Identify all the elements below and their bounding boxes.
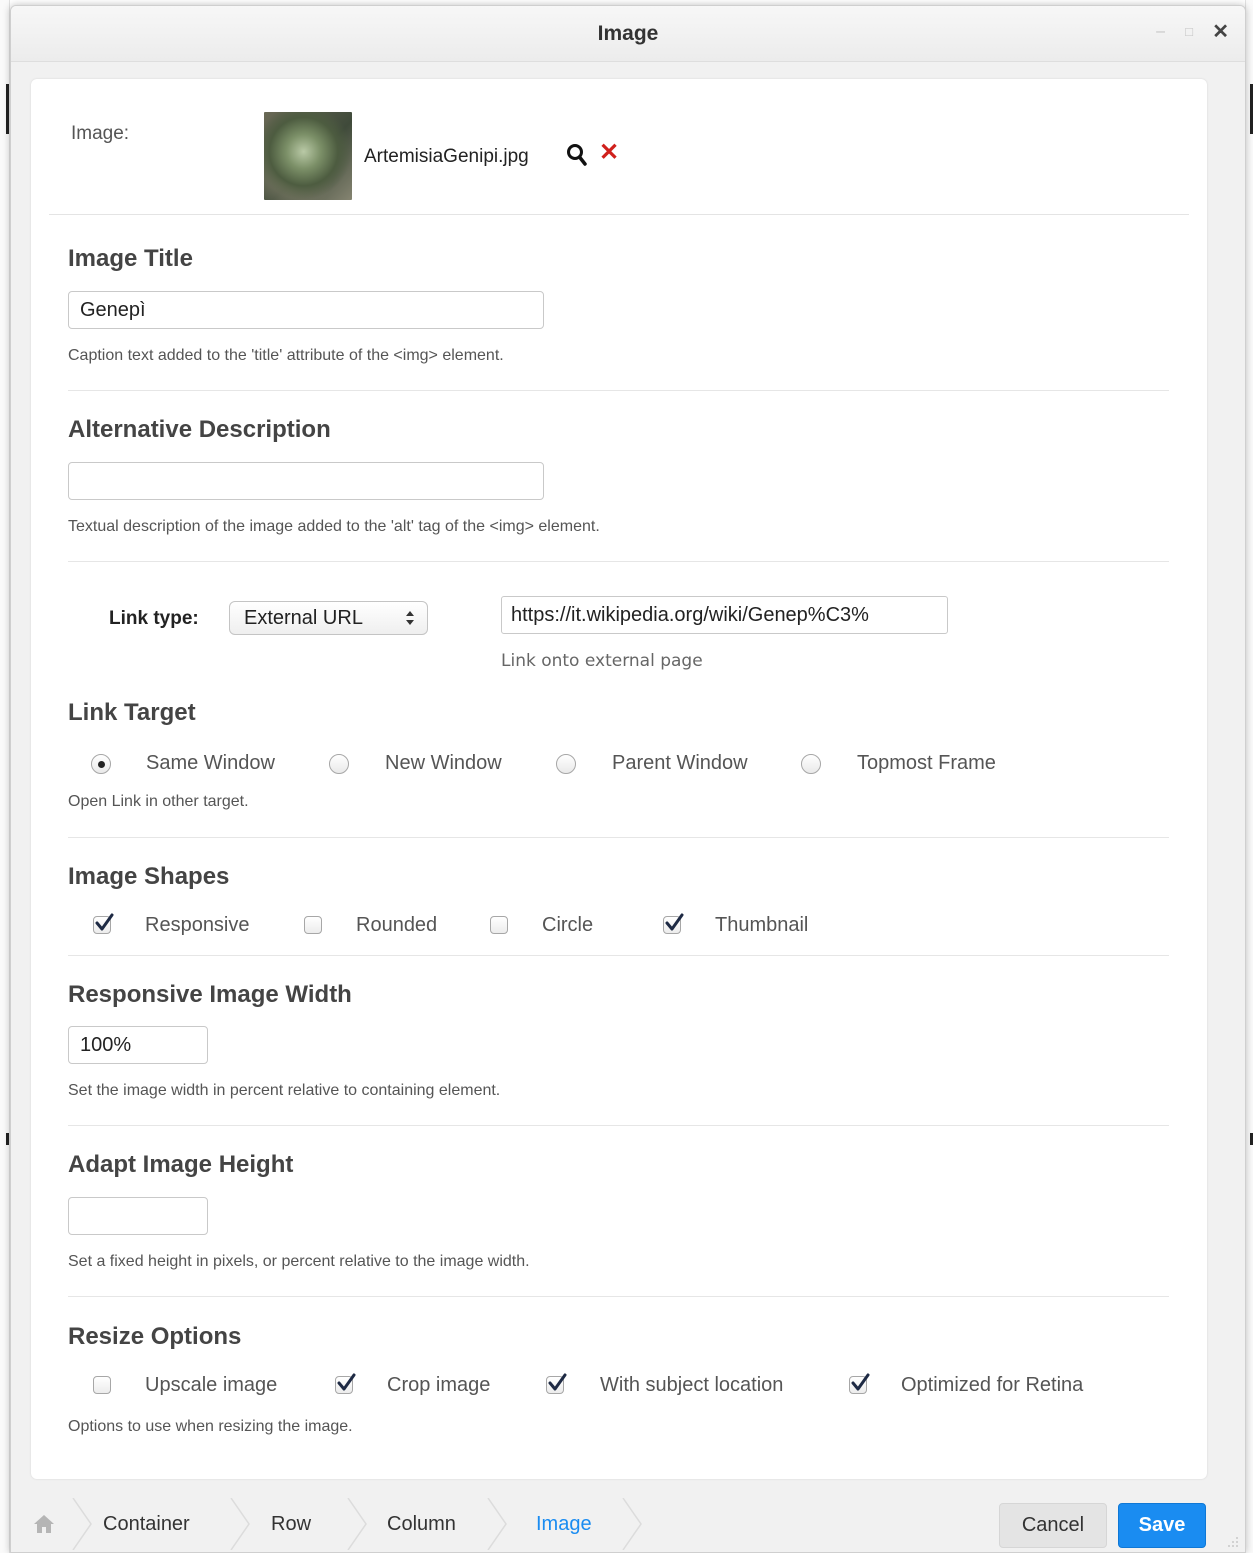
link-target-heading: Link Target xyxy=(68,699,196,726)
checkbox[interactable] xyxy=(93,1376,111,1394)
checkmark-icon xyxy=(548,1373,567,1391)
breadcrumb-image-active[interactable]: Image xyxy=(536,1494,592,1552)
divider xyxy=(49,214,1189,215)
link-type-value: External URL xyxy=(244,607,363,629)
radio-button[interactable] xyxy=(556,754,576,774)
resize-options-heading: Resize Options xyxy=(68,1323,242,1350)
minimize-button[interactable]: – xyxy=(1156,22,1165,42)
checkbox-checked[interactable] xyxy=(335,1373,356,1394)
maximize-button[interactable]: □ xyxy=(1185,22,1193,42)
checkmark-icon xyxy=(337,1373,356,1391)
adapt-height-input[interactable] xyxy=(68,1197,208,1235)
radio-label: Same Window xyxy=(146,752,275,774)
checkbox-label: Rounded xyxy=(356,914,438,936)
responsive-width-input[interactable] xyxy=(68,1026,208,1064)
radio-label: Parent Window xyxy=(612,752,748,774)
checkbox-checked[interactable] xyxy=(546,1373,567,1394)
background-marker xyxy=(6,1133,9,1145)
checkmark-icon xyxy=(851,1373,870,1391)
external-url-help: Link onto external page xyxy=(501,651,703,671)
background-page-right xyxy=(1245,0,1253,1553)
radio-label: Topmost Frame xyxy=(857,752,996,774)
adapt-height-help: Set a fixed height in pixels, or percent… xyxy=(68,1253,530,1270)
resize-grip-icon[interactable] xyxy=(1225,1534,1239,1548)
dialog-content: Image: ArtemisiaGenipi.jpg ✕ Image Title… xyxy=(31,79,1207,1479)
breadcrumb-row[interactable]: Row xyxy=(271,1494,311,1552)
select-arrows-icon xyxy=(406,611,414,625)
image-plugin-dialog: Image – □ ✕ Image: ArtemisiaGenipi.jpg ✕… xyxy=(10,5,1246,1553)
checkbox[interactable] xyxy=(304,916,322,934)
checkbox-label: Responsive xyxy=(145,914,250,936)
alt-description-heading: Alternative Description xyxy=(68,416,331,443)
checkbox-label: Upscale image xyxy=(145,1374,278,1396)
adapt-height-heading: Adapt Image Height xyxy=(68,1151,294,1178)
checkbox-label: With subject location xyxy=(600,1374,784,1396)
external-url-input[interactable]: https://it.wikipedia.org/wiki/Genep%C3% xyxy=(501,596,948,634)
image-title-help: Caption text added to the 'title' attrib… xyxy=(68,347,504,364)
home-icon[interactable] xyxy=(33,1514,55,1534)
radio-button[interactable] xyxy=(801,754,821,774)
close-x-icon[interactable]: ✕ xyxy=(599,139,619,167)
responsive-width-heading: Responsive Image Width xyxy=(68,981,352,1008)
image-title-input[interactable] xyxy=(68,291,544,329)
close-button[interactable]: ✕ xyxy=(1212,22,1229,42)
checkbox-checked[interactable] xyxy=(849,1373,870,1394)
checkbox-checked[interactable] xyxy=(663,913,684,934)
radio-button-selected[interactable] xyxy=(91,754,111,774)
breadcrumb-separator xyxy=(347,1498,367,1550)
image-filename[interactable]: ArtemisiaGenipi.jpg xyxy=(364,146,529,168)
image-title-heading: Image Title xyxy=(68,245,193,272)
dialog-footer: Container Row Column Image Cancel Save xyxy=(11,1494,1245,1552)
divider xyxy=(68,837,1169,838)
breadcrumb-separator xyxy=(72,1498,92,1550)
link-type-select[interactable]: External URL xyxy=(229,601,428,635)
breadcrumb-separator xyxy=(622,1498,642,1550)
link-target-help: Open Link in other target. xyxy=(68,793,249,810)
checkmark-icon xyxy=(665,913,684,931)
checkmark-icon xyxy=(95,913,114,931)
checkbox-label: Crop image xyxy=(387,1374,491,1396)
magnifier-icon[interactable] xyxy=(566,143,588,167)
cancel-button[interactable]: Cancel xyxy=(999,1503,1107,1548)
radio-label: New Window xyxy=(385,752,502,774)
checkbox-label: Circle xyxy=(542,914,594,936)
alt-description-help: Textual description of the image added t… xyxy=(68,518,600,535)
image-field-label: Image: xyxy=(71,123,130,144)
image-thumbnail[interactable] xyxy=(264,112,352,200)
resize-options-help: Options to use when resizing the image. xyxy=(68,1418,353,1435)
alt-description-input[interactable] xyxy=(68,462,544,500)
radio-button[interactable] xyxy=(329,754,349,774)
divider xyxy=(68,561,1169,562)
background-marker xyxy=(6,84,9,134)
image-shapes-heading: Image Shapes xyxy=(68,863,230,890)
breadcrumb-separator xyxy=(230,1498,250,1550)
link-type-label: Link type: xyxy=(109,608,199,629)
dialog-titlebar[interactable]: Image – □ ✕ xyxy=(11,6,1245,62)
divider xyxy=(68,390,1169,391)
checkbox-label: Optimized for Retina xyxy=(901,1374,1084,1396)
dialog-title: Image xyxy=(597,22,659,45)
divider xyxy=(68,1296,1169,1297)
responsive-width-help: Set the image width in percent relative … xyxy=(68,1082,501,1099)
divider xyxy=(68,955,1169,956)
save-button[interactable]: Save xyxy=(1118,1503,1206,1548)
checkbox-checked[interactable] xyxy=(93,913,114,934)
checkbox[interactable] xyxy=(490,916,508,934)
breadcrumb-separator xyxy=(487,1498,507,1550)
background-page-left xyxy=(0,0,10,1553)
divider xyxy=(68,1125,1169,1126)
checkbox-label: Thumbnail xyxy=(715,914,809,936)
breadcrumb-container[interactable]: Container xyxy=(103,1494,190,1552)
breadcrumb-column[interactable]: Column xyxy=(387,1494,456,1552)
